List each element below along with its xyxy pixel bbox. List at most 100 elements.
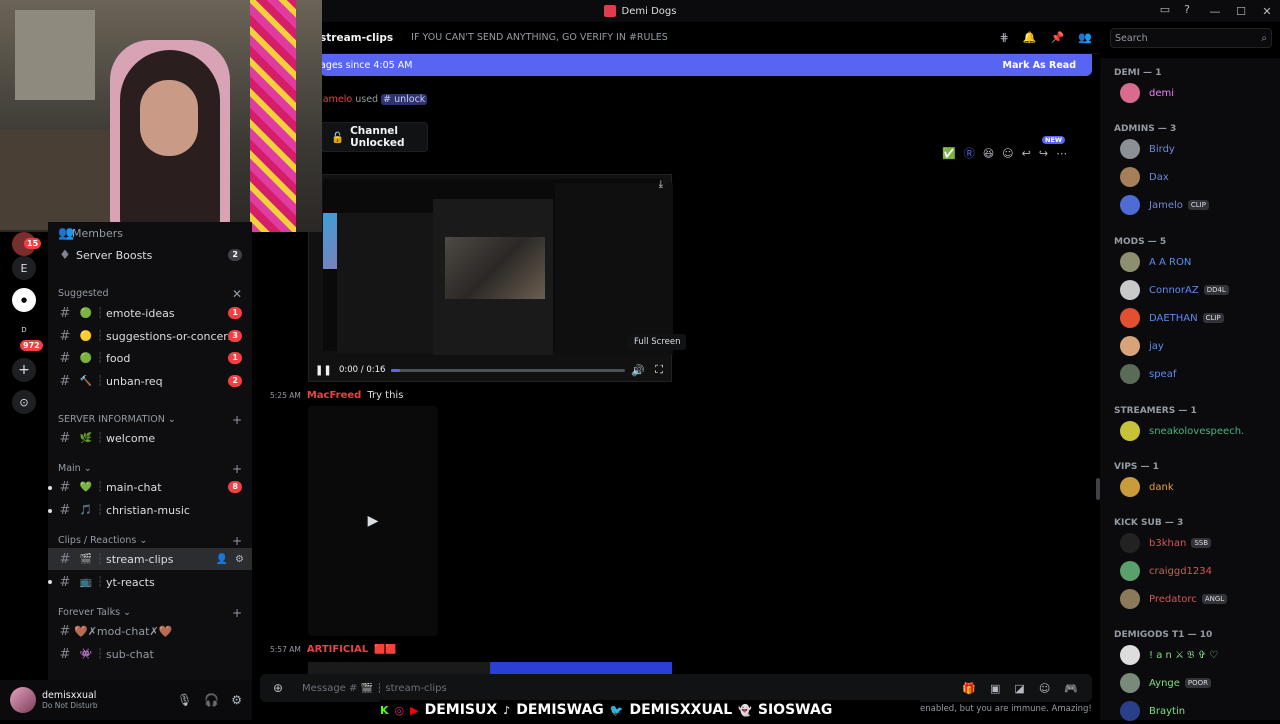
minimize-icon[interactable]: — <box>1202 5 1228 18</box>
pin-icon[interactable]: 📌 <box>1051 31 1065 44</box>
add-channel-icon[interactable]: + <box>232 534 242 548</box>
avatar[interactable] <box>10 687 36 713</box>
member-list-icon[interactable]: 👥 <box>1078 31 1092 44</box>
invite-icon[interactable]: 👤 <box>216 554 228 565</box>
lock-icon: 🔓 <box>331 131 345 144</box>
sticker-icon[interactable]: ◪ <box>1014 682 1024 695</box>
inbox-icon[interactable]: ▭ <box>1160 3 1170 16</box>
member-item[interactable]: ConnorAZ DD4L <box>1120 277 1280 303</box>
close-suggested-icon[interactable]: ✕ <box>232 287 242 301</box>
video-chat-panel <box>555 183 673 355</box>
member-item[interactable]: Jamelo CLIP <box>1120 192 1280 218</box>
close-icon[interactable]: ✕ <box>1254 5 1280 18</box>
hash-icon: # <box>59 328 71 344</box>
avatar <box>1120 195 1140 215</box>
laugh-reaction-icon[interactable]: 😆 <box>983 147 994 160</box>
help-icon[interactable]: ? <box>1184 3 1190 16</box>
system-user[interactable]: Jamelo <box>320 94 352 105</box>
fullscreen-icon[interactable]: ⛶ <box>655 363 663 377</box>
discover-icon[interactable]: ⊙ <box>12 390 36 414</box>
member-item[interactable]: sneakolovespeech. <box>1120 418 1280 444</box>
sidebar-channel[interactable]: # 🟢 ┆ food 1 <box>48 347 252 369</box>
category-suggested[interactable]: Suggested ✕ <box>58 287 242 301</box>
r-reaction-icon[interactable]: Ⓡ <box>964 145 975 161</box>
member-item[interactable]: Predatorc ANGL <box>1120 586 1280 612</box>
sidebar-channel[interactable]: # 🟢 ┆ emote-ideas 1 <box>48 302 252 324</box>
sidebar-channel[interactable]: # 📺 ┆ yt-reacts <box>48 571 252 593</box>
threads-icon[interactable]: ⋕ <box>1000 31 1009 44</box>
check-reaction-icon[interactable]: ✅ <box>942 147 956 160</box>
category-server-information[interactable]: SERVER INFORMATION ⌄ + <box>58 413 242 427</box>
member-item[interactable]: DAETHAN CLIP <box>1120 305 1280 331</box>
webcam-background-window <box>15 10 95 100</box>
server-icon-e[interactable]: E <box>12 256 36 280</box>
mark-as-read-button[interactable]: Mark As Read <box>1003 60 1076 71</box>
microphone-icon[interactable]: 🎙 <box>177 693 192 707</box>
sidebar-channel-active[interactable]: # 🎬 ┆ stream-clips 👤 ⚙ <box>48 548 252 570</box>
play-icon[interactable]: ▶ <box>368 513 379 529</box>
sidebar-channel[interactable]: # 🔨 ┆ unban-req 2 <box>48 370 252 392</box>
category-main[interactable]: Main ⌄ + <box>58 462 242 476</box>
hash-icon: # <box>59 502 71 518</box>
chat-scrollbar[interactable] <box>1096 478 1100 500</box>
add-channel-icon[interactable]: + <box>232 413 242 427</box>
video-attachment[interactable]: ▶ <box>308 406 438 636</box>
add-channel-icon[interactable]: + <box>232 462 242 476</box>
sidebar-item-server-boosts[interactable]: ♦ Server Boosts 2 <box>48 244 252 266</box>
hash-icon: # <box>59 350 71 366</box>
video-progress-bar[interactable] <box>391 369 625 372</box>
gift-icon[interactable]: 🎁 <box>962 682 976 695</box>
member-item[interactable]: Dax <box>1120 164 1280 190</box>
video-player[interactable]: ⤓ ❚❚ 0:00 / 0:16 🔊 ⛶ <box>308 174 673 382</box>
sidebar-item-members[interactable]: 👥 Members <box>48 222 252 244</box>
activity-icon[interactable]: 🎮 <box>1064 682 1078 695</box>
download-icon[interactable]: ⤓ <box>659 179 663 190</box>
forward-icon[interactable]: ↪ <box>1039 147 1048 160</box>
member-item[interactable]: speaf <box>1120 361 1280 387</box>
search-input[interactable]: Search ⌕ <box>1110 28 1272 48</box>
message-author[interactable]: MacFreed <box>307 390 361 401</box>
member-item[interactable]: demi <box>1120 80 1280 106</box>
reply-icon[interactable]: ↩ <box>1022 147 1031 160</box>
member-item[interactable]: A A RON <box>1120 249 1280 275</box>
sidebar-channel[interactable]: # 💚 ┆ main-chat 8 <box>48 476 252 498</box>
bell-icon[interactable]: 🔔 <box>1023 31 1037 44</box>
add-reaction-icon[interactable]: ☺ <box>1002 147 1013 160</box>
sidebar-channel[interactable]: # 👾 ┆ sub-chat <box>48 643 252 665</box>
server-icon-d[interactable]: D <box>12 318 36 342</box>
settings-gear-icon[interactable]: ⚙ <box>231 693 242 707</box>
headphones-icon[interactable]: 🎧 <box>204 693 219 707</box>
pause-icon[interactable]: ❚❚ <box>315 365 332 376</box>
channel-name: stream-clips <box>320 31 394 44</box>
member-item[interactable]: craiggd1234 <box>1120 558 1280 584</box>
message-author[interactable]: ARTIFICIAL <box>307 644 368 655</box>
sidebar-channel[interactable]: # 🎵 ┆ christian-music <box>48 499 252 521</box>
server-icon-demi[interactable]: ● <box>12 288 36 312</box>
category-clips-reactions[interactable]: Clips / Reactions ⌄ + <box>58 534 242 548</box>
member-item[interactable]: jay <box>1120 333 1280 359</box>
member-item[interactable]: ! a n ⚔ 𝔅 ✞ ♡ <box>1120 642 1280 668</box>
maximize-icon[interactable]: ☐ <box>1228 5 1254 18</box>
new-messages-bar[interactable]: ages since 4:05 AM Mark As Read <box>320 54 1092 76</box>
members-icon: 👥 <box>58 225 75 241</box>
member-item[interactable]: Braytin <box>1120 698 1280 724</box>
member-item[interactable]: Birdy <box>1120 136 1280 162</box>
message-input[interactable] <box>302 682 702 694</box>
member-item[interactable]: b3khan SSB <box>1120 530 1280 556</box>
hash-icon: # <box>59 430 71 446</box>
sidebar-channel[interactable]: # 🤎✗mod-chat✗🤎 <box>48 620 252 642</box>
emoji-icon[interactable]: ☺ <box>1039 682 1050 695</box>
member-item[interactable]: dank <box>1120 474 1280 500</box>
more-icon[interactable]: ⋯ <box>1056 147 1067 160</box>
volume-icon[interactable]: 🔊 <box>631 364 645 377</box>
add-channel-icon[interactable]: + <box>232 606 242 620</box>
gif-icon[interactable]: ▣ <box>990 682 1000 695</box>
add-server-icon[interactable]: + <box>12 358 36 382</box>
channel-mention[interactable]: # unlock <box>381 94 428 105</box>
gear-icon[interactable]: ⚙ <box>235 554 244 565</box>
member-item[interactable]: Aynge POOR <box>1120 670 1280 696</box>
add-attachment-icon[interactable]: ⊕ <box>266 676 290 700</box>
sidebar-channel[interactable]: # 🟡 ┆ suggestions-or-concerns 3 <box>48 325 252 347</box>
sidebar-channel[interactable]: # 🌿 ┆ welcome <box>48 427 252 449</box>
category-forever-talks[interactable]: Forever Talks ⌄ + <box>58 606 242 620</box>
